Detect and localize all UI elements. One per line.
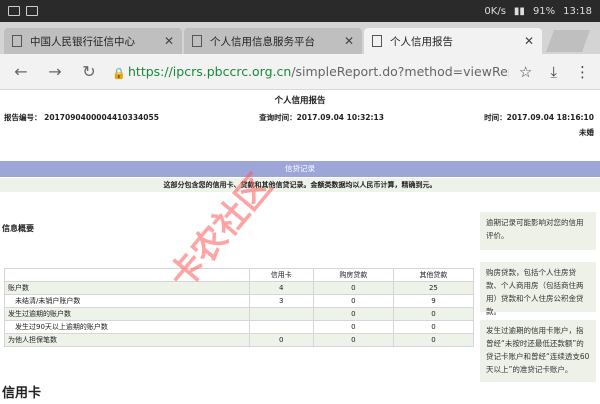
cell-value: 0 [248, 333, 314, 347]
cell-value: 0 [392, 320, 475, 334]
tab-label: 个人信用信息服务平台 [210, 35, 315, 48]
close-icon[interactable]: ✕ [344, 34, 354, 48]
report-title: 个人信用报告 [274, 96, 326, 106]
table-row: 发生过逾期的账户数 0 0 [4, 307, 475, 321]
net-speed: 0K/s [484, 5, 506, 17]
row-label: 为他人担保笔数 [4, 333, 250, 347]
reload-icon[interactable]: ↻ [78, 62, 100, 81]
table-header: 购房贷款 [312, 268, 394, 282]
url-path: /simpleReport.do?method=viewReport [291, 64, 509, 79]
notification-icon [8, 6, 20, 16]
lock-icon: 🔒 [112, 66, 126, 80]
row-label: 发生过90天以上逾期的账户数 [4, 320, 250, 334]
signal-icon: ▮▮ [513, 5, 525, 17]
clock: 13:18 [563, 5, 592, 17]
cell-value: 0 [392, 307, 475, 321]
row-label: 账户数 [4, 281, 250, 295]
cell-value: 4 [248, 281, 314, 295]
tab-credit-platform[interactable]: 个人信用信息服务平台 ✕ [184, 28, 362, 54]
overview-title: 信息概要 [2, 224, 34, 233]
status-right: 0K/s ▮▮ 91% 13:18 [484, 6, 592, 17]
table-row: 发生过90天以上逾期的账户数 0 0 [4, 320, 475, 334]
tab-label: 中国人民银行征信中心 [30, 35, 135, 48]
query-time: 查询时间：2017.09.04 10:32:13 [259, 113, 384, 122]
marital-status: 未婚 [579, 128, 594, 137]
page-icon [372, 35, 382, 47]
row-label: 发生过逾期的账户数 [4, 307, 250, 321]
star-icon[interactable]: ☆ [519, 63, 532, 81]
status-bar: 0K/s ▮▮ 91% 13:18 [0, 0, 600, 22]
row-label: 未结清/未销户账户数 [4, 294, 250, 308]
tab-strip: 中国人民银行征信中心 ✕ 个人信用信息服务平台 ✕ 个人信用报告 ✕ [0, 22, 600, 54]
cell-value: 9 [392, 294, 475, 308]
section-banner: 信贷记录 [0, 161, 600, 177]
page-icon [192, 35, 202, 47]
cell-value: 0 [312, 281, 394, 295]
cell-value: 0 [392, 333, 475, 347]
menu-icon[interactable]: ⋮ [575, 63, 590, 81]
table-header: 其他贷款 [392, 268, 475, 282]
cell-value [248, 307, 314, 321]
forward-arrow-icon[interactable]: → [44, 62, 66, 81]
table-row: 未结清/未销户账户数 3 0 9 [4, 294, 475, 308]
close-icon[interactable]: ✕ [524, 34, 534, 48]
side-note-housing-loan: 购房贷款，包括个人住房贷款、个人商用房（包括商住两用）贷款和个人住房公积金贷款。 [480, 262, 596, 316]
close-icon[interactable]: ✕ [164, 34, 174, 48]
page-icon [12, 35, 22, 47]
toolbar-actions: ☆ ⤓ ⋮ [519, 63, 590, 81]
section-description: 这部分包含您的信用卡、贷款和其他信贷记录。金额类数据均以人民币计算，精确到元。 [0, 178, 600, 192]
cell-value: 0 [312, 294, 394, 308]
page-content: 个人信用报告 报告编号： 2017090400004410334055 查询时间… [0, 90, 600, 404]
report-meta: 报告编号： 2017090400004410334055 查询时间：2017.0… [0, 112, 600, 123]
tab-credit-report[interactable]: 个人信用报告 ✕ [364, 28, 542, 54]
tab-pbccrc-home[interactable]: 中国人民银行征信中心 ✕ [4, 28, 182, 54]
side-note-credit-card: 发生过逾期的信用卡账户，指曾经“未按时还最低还款额”的贷记卡账户和曾经“连续透支… [480, 320, 596, 382]
report-time: 时间：2017.09.04 18:16:10 [484, 113, 594, 122]
tab-label: 个人信用报告 [390, 35, 453, 48]
side-note-overdue: 逾期记录可能影响对您的信用评价。 [480, 212, 596, 250]
cell-value: 0 [312, 333, 394, 347]
cell-value [248, 320, 314, 334]
address-bar[interactable]: https://ipcrs.pbccrc.org.cn/simpleReport… [128, 64, 509, 79]
image-icon [26, 6, 38, 16]
new-tab-button[interactable] [545, 30, 591, 52]
report-number: 报告编号： 2017090400004410334055 [4, 113, 159, 122]
table-row: 为他人担保笔数 0 0 0 [4, 333, 475, 347]
url-scheme: https://ipcrs.pbccrc.org.cn [128, 64, 292, 79]
browser-toolbar: ← → ↻ 🔒 https://ipcrs.pbccrc.org.cn/simp… [0, 54, 600, 90]
status-left [8, 6, 38, 16]
summary-table: 信用卡 购房贷款 其他贷款 账户数 4 0 25 未结清/未销户账户数 3 0 … [4, 268, 475, 347]
download-icon[interactable]: ⤓ [550, 63, 557, 81]
table-row: 账户数 4 0 25 [4, 281, 475, 295]
table-header [4, 268, 250, 282]
table-header-row: 信用卡 购房贷款 其他贷款 [4, 268, 475, 282]
back-arrow-icon[interactable]: ← [10, 62, 32, 81]
table-header: 信用卡 [248, 268, 314, 282]
credit-card-heading: 信用卡 [2, 386, 42, 401]
cell-value: 0 [312, 307, 394, 321]
cell-value: 3 [248, 294, 314, 308]
battery-level: 91% [532, 5, 556, 17]
cell-value: 25 [392, 281, 475, 295]
cell-value: 0 [312, 320, 394, 334]
